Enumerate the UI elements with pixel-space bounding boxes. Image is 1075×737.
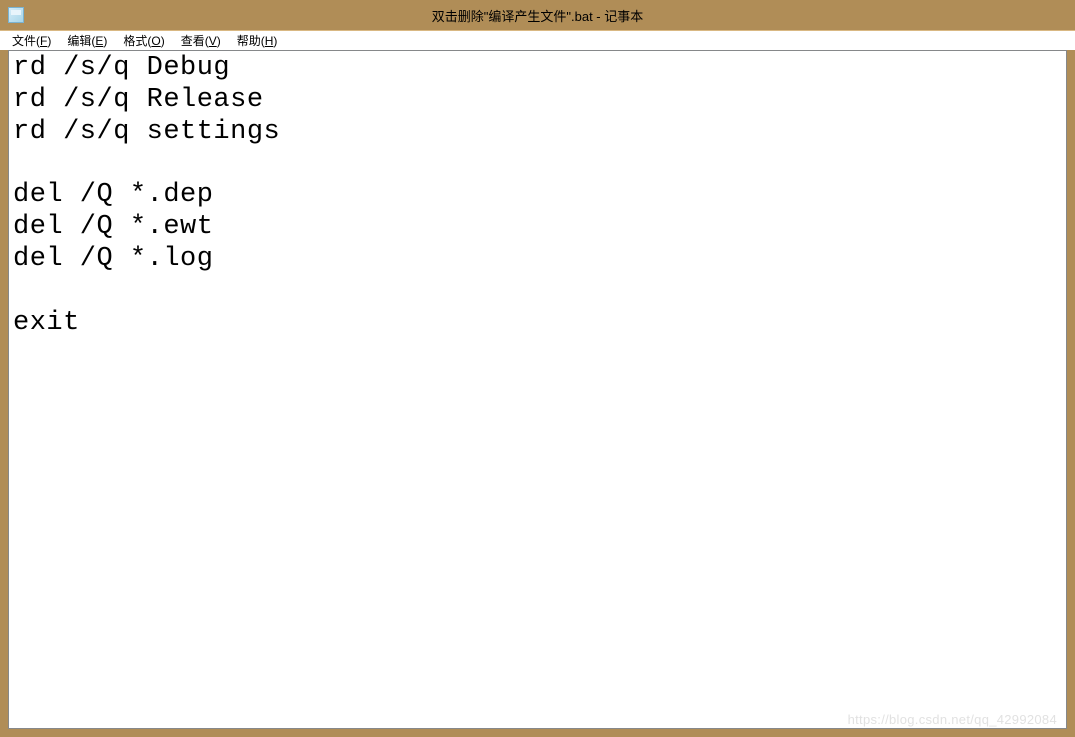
text-editor[interactable]: rd /s/q Debug rd /s/q Release rd /s/q se… bbox=[9, 51, 1066, 342]
watermark: https://blog.csdn.net/qq_42992084 bbox=[848, 712, 1057, 727]
notepad-window: 双击删除"编译产生文件".bat - 记事本 文件(F) 编辑(E) 格式(O)… bbox=[0, 0, 1075, 737]
menu-help-label: 帮助(H) bbox=[237, 34, 278, 48]
menu-file[interactable]: 文件(F) bbox=[4, 31, 59, 50]
menu-view-label: 查看(V) bbox=[181, 34, 221, 48]
menu-edit[interactable]: 编辑(E) bbox=[59, 31, 115, 50]
menubar: 文件(F) 编辑(E) 格式(O) 查看(V) 帮助(H) bbox=[0, 30, 1075, 50]
window-title: 双击删除"编译产生文件".bat - 记事本 bbox=[432, 6, 643, 25]
menu-format[interactable]: 格式(O) bbox=[115, 31, 172, 50]
menu-view[interactable]: 查看(V) bbox=[173, 31, 229, 50]
notepad-icon bbox=[8, 7, 24, 23]
menu-edit-label: 编辑(E) bbox=[67, 34, 107, 48]
editor-container: rd /s/q Debug rd /s/q Release rd /s/q se… bbox=[8, 50, 1067, 729]
titlebar[interactable]: 双击删除"编译产生文件".bat - 记事本 bbox=[0, 0, 1075, 30]
menu-help[interactable]: 帮助(H) bbox=[229, 31, 286, 50]
menu-file-label: 文件(F) bbox=[12, 34, 51, 48]
menu-format-label: 格式(O) bbox=[123, 34, 164, 48]
